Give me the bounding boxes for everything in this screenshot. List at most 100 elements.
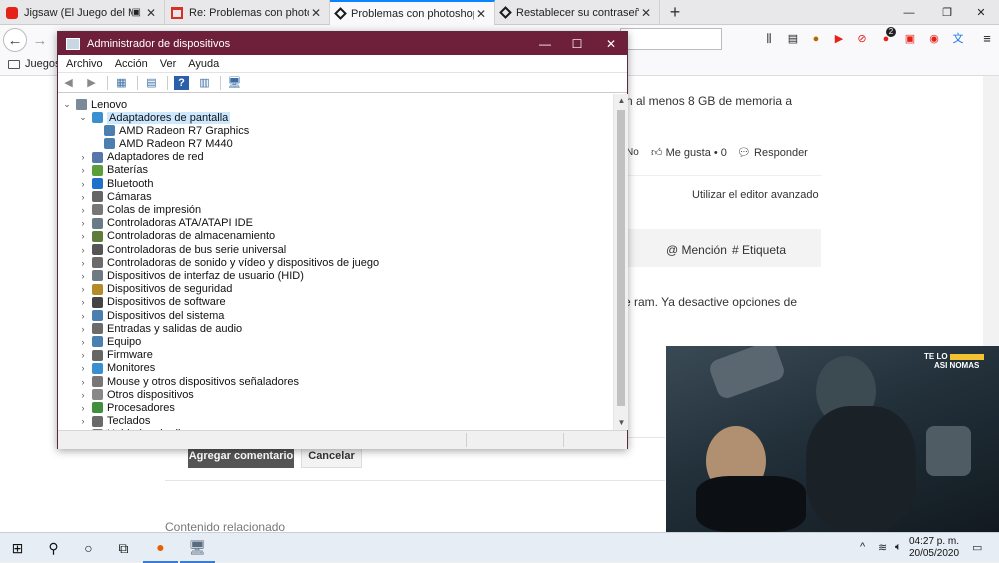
record-icon[interactable]: ◉ xyxy=(927,32,941,46)
chevron-right-icon[interactable]: › xyxy=(78,152,88,162)
extension-icon[interactable]: ● xyxy=(809,32,823,46)
chevron-right-icon[interactable]: › xyxy=(78,271,88,281)
forward-arrow-icon[interactable]: ▶ xyxy=(84,76,99,90)
volume-icon[interactable]: 🔈︎ xyxy=(895,541,902,554)
restore-window-button[interactable]: ❐ xyxy=(929,0,965,25)
task-view-button[interactable]: ⧉ xyxy=(106,533,141,563)
chevron-right-icon[interactable]: › xyxy=(78,363,88,373)
forward-button[interactable]: → xyxy=(28,28,52,52)
mention-button[interactable]: @ Mención xyxy=(666,243,727,257)
browser-tab-active[interactable]: Problemas con photoshop y of ✕ xyxy=(330,0,495,25)
tree-item[interactable]: › Colas de impresión xyxy=(78,203,202,216)
chevron-right-icon[interactable]: › xyxy=(78,231,88,241)
tree-item[interactable]: › Dispositivos del sistema xyxy=(78,309,225,322)
editor-body-text[interactable]: e ram. Ya desactive opciones de xyxy=(624,295,797,309)
block-icon[interactable]: ⊘ xyxy=(855,32,869,46)
chevron-right-icon[interactable]: › xyxy=(78,179,88,189)
chevron-right-icon[interactable]: › xyxy=(78,337,88,347)
chevron-right-icon[interactable]: › xyxy=(78,218,88,228)
tree-item[interactable]: › Otros dispositivos xyxy=(78,388,194,401)
media-indicator-icon[interactable]: ▣ xyxy=(132,7,141,18)
minimize-button[interactable]: — xyxy=(528,32,562,55)
chevron-right-icon[interactable]: › xyxy=(78,311,88,321)
close-icon[interactable]: ✕ xyxy=(144,6,158,20)
tree-item[interactable]: ⌄ Adaptadores de pantalla xyxy=(78,111,231,124)
chevron-right-icon[interactable]: › xyxy=(78,324,88,334)
close-icon[interactable]: ✕ xyxy=(639,6,653,20)
close-icon[interactable]: ✕ xyxy=(474,7,488,21)
tree-item[interactable]: › Firmware xyxy=(78,349,153,362)
chevron-right-icon[interactable]: › xyxy=(78,284,88,294)
tree-item[interactable]: AMD Radeon R7 M440 xyxy=(104,137,233,150)
tree-item[interactable]: › Equipo xyxy=(78,335,142,348)
sidebar-icon[interactable]: ▤ xyxy=(786,32,800,46)
video-downloader-icon[interactable]: ▣ xyxy=(903,32,917,46)
chevron-right-icon[interactable]: › xyxy=(78,245,88,255)
browser-tab-youtube[interactable]: Jigsaw (El Juego del Miedo 8 ▣ ✕ xyxy=(0,0,165,25)
tree-item[interactable]: › Monitores xyxy=(78,362,156,375)
start-button[interactable]: ⊞ xyxy=(0,533,35,563)
pip-video[interactable]: TE LO ASI NOMAS xyxy=(666,346,999,532)
properties-icon[interactable]: ▦ xyxy=(114,76,129,90)
search-button[interactable]: ⚲ xyxy=(36,533,71,563)
wifi-icon[interactable]: ≋ xyxy=(878,541,887,554)
view-icon[interactable]: ▥ xyxy=(197,76,212,90)
maximize-button[interactable]: ☐ xyxy=(560,32,594,55)
close-button[interactable]: ✕ xyxy=(594,32,628,55)
new-tab-button[interactable]: + xyxy=(660,0,690,25)
notification-icon[interactable]: ▭ xyxy=(972,541,982,554)
cortana-button[interactable]: ○ xyxy=(71,533,106,563)
chevron-right-icon[interactable]: › xyxy=(78,416,88,426)
scroll-thumb[interactable] xyxy=(617,110,625,406)
tree-item[interactable]: › Baterías xyxy=(78,164,148,177)
device-manager-title-bar[interactable]: Administrador de dispositivos — ☐ ✕ xyxy=(58,32,627,55)
chevron-right-icon[interactable]: › xyxy=(78,377,88,387)
chevron-right-icon[interactable]: › xyxy=(78,165,88,175)
back-arrow-icon[interactable]: ◀ xyxy=(61,76,76,90)
chevron-down-icon[interactable]: ⌄ xyxy=(62,99,72,110)
browser-tab-password[interactable]: Restablecer su contraseña | Co ✕ xyxy=(495,0,660,25)
back-button[interactable]: ← xyxy=(3,28,27,52)
device-manager-taskbar-button[interactable]: 🖥︎ xyxy=(180,533,215,563)
advanced-editor-link[interactable]: Utilizar el editor avanzado xyxy=(692,189,819,201)
youtube-extension-icon[interactable]: ▶ xyxy=(832,32,846,46)
chevron-right-icon[interactable]: › xyxy=(78,297,88,307)
chevron-right-icon[interactable]: › xyxy=(78,192,88,202)
scroll-down-icon[interactable]: ▼ xyxy=(614,416,629,430)
chevron-right-icon[interactable]: › xyxy=(78,390,88,400)
close-window-button[interactable]: ✕ xyxy=(963,0,999,25)
tree-item[interactable]: › Dispositivos de seguridad xyxy=(78,283,233,296)
scan-hardware-icon[interactable]: 🖥︎ xyxy=(227,76,242,90)
tree-item[interactable]: › Mouse y otros dispositivos señaladores xyxy=(78,375,299,388)
reply-button[interactable]: 💬︎ Responder xyxy=(737,146,808,159)
menu-accion[interactable]: Acción xyxy=(115,58,148,70)
library-icon[interactable]: ⫼ xyxy=(762,32,776,46)
tree-item[interactable]: › Controladoras de sonido y vídeo y dispo… xyxy=(78,256,380,269)
close-icon[interactable]: ✕ xyxy=(309,6,323,20)
chevron-up-icon[interactable]: ^ xyxy=(860,541,865,553)
menu-archivo[interactable]: Archivo xyxy=(66,58,103,70)
tree-item[interactable]: › Bluetooth xyxy=(78,177,154,190)
menu-ver[interactable]: Ver xyxy=(160,58,177,70)
menu-icon[interactable]: ≡ xyxy=(980,32,994,46)
minimize-window-button[interactable]: — xyxy=(891,0,927,25)
tree-item[interactable]: › Cámaras xyxy=(78,190,152,203)
tree-item[interactable]: › Teclados xyxy=(78,415,151,428)
menu-ayuda[interactable]: Ayuda xyxy=(188,58,219,70)
scroll-up-icon[interactable]: ▲ xyxy=(614,94,629,108)
tree-item[interactable]: › Controladoras ATA/ATAPI IDE xyxy=(78,217,253,230)
tree-item[interactable]: › Dispositivos de software xyxy=(78,296,226,309)
tree-item[interactable]: › Controladoras de bus serie universal xyxy=(78,243,287,256)
firefox-taskbar-button[interactable]: ● xyxy=(143,533,178,563)
help-icon[interactable]: ? xyxy=(174,75,189,90)
tree-item[interactable]: AMD Radeon R7 Graphics xyxy=(104,124,249,137)
url-bar[interactable] xyxy=(620,28,722,50)
taskbar-clock[interactable]: 04:27 p. m. 20/05/2020 xyxy=(904,536,964,560)
tag-button[interactable]: # Etiqueta xyxy=(732,243,786,257)
tree-item[interactable]: › Dispositivos de interfaz de usuario (HI… xyxy=(78,269,304,282)
tree-root[interactable]: ⌄ Lenovo xyxy=(62,98,127,111)
tree-item[interactable]: › Controladoras de almacenamiento xyxy=(78,230,276,243)
chevron-right-icon[interactable]: › xyxy=(78,403,88,413)
like-button[interactable]: 👍︎ Me gusta • 0 xyxy=(651,146,727,159)
list-view-icon[interactable]: ▤ xyxy=(144,76,159,90)
